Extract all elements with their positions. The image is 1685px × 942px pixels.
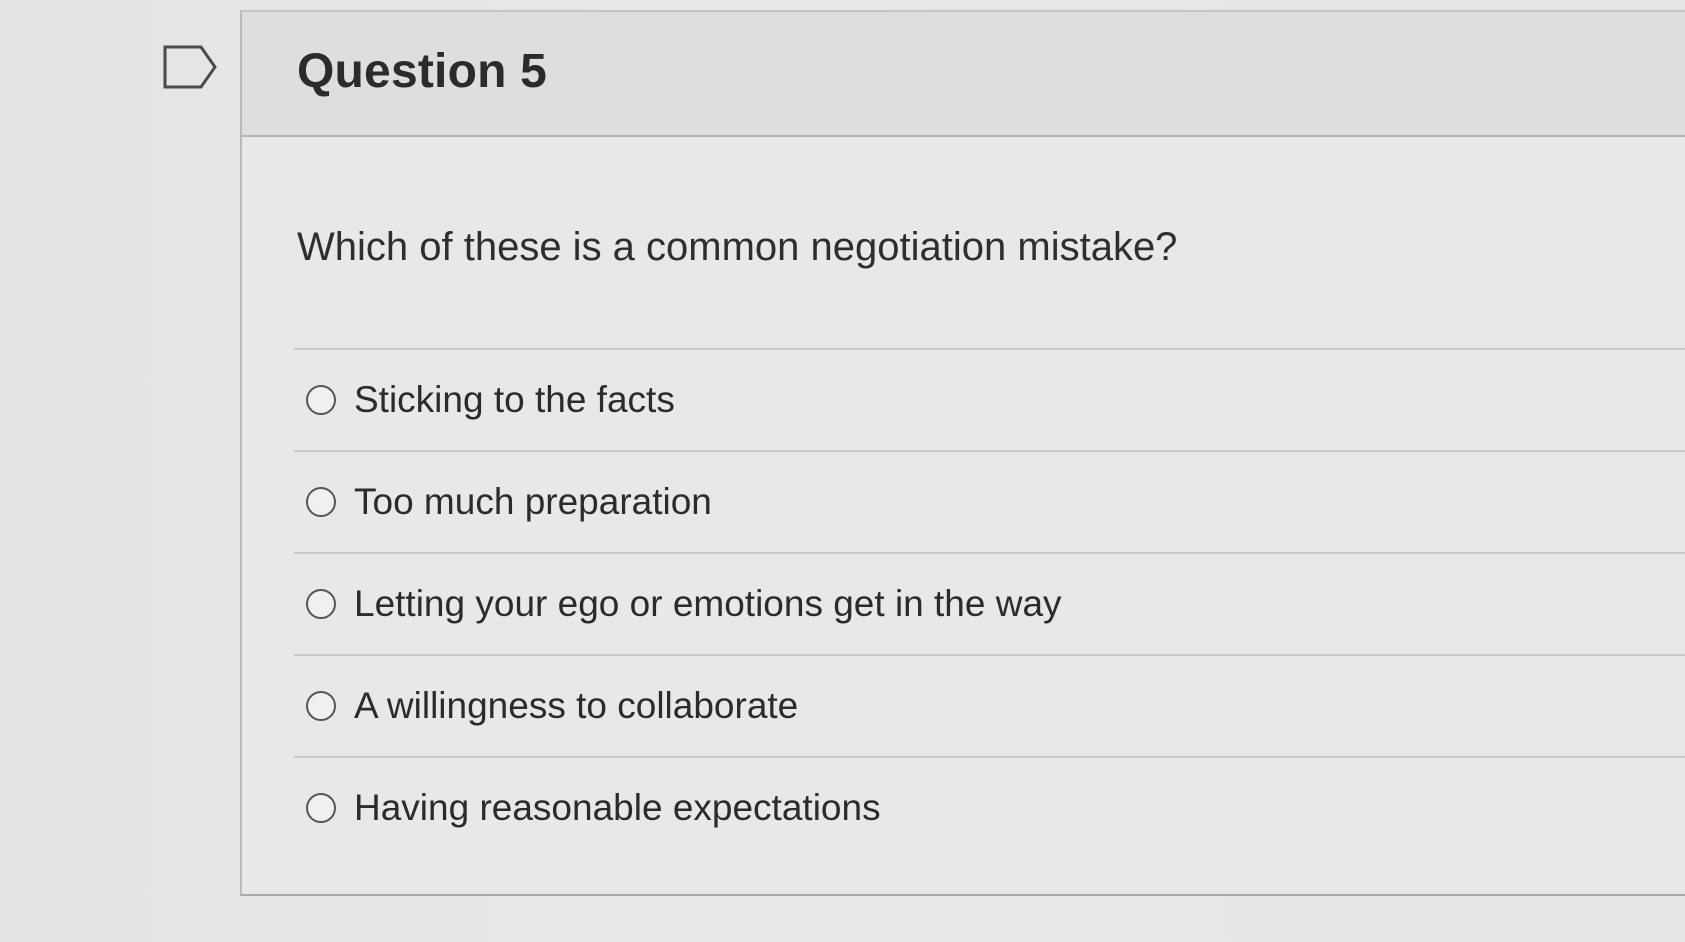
radio-button[interactable] [306, 487, 336, 517]
answer-option[interactable]: A willingness to collaborate [294, 654, 1685, 756]
radio-button[interactable] [306, 385, 336, 415]
radio-button[interactable] [306, 793, 336, 823]
question-title: Question 5 [297, 45, 548, 98]
flag-question-icon[interactable] [163, 45, 219, 89]
question-header: Question 5 [242, 12, 1685, 137]
answer-option-label: Letting your ego or emotions get in the … [354, 583, 1062, 624]
answer-option[interactable]: Sticking to the facts [294, 348, 1685, 450]
answer-option-label: Having reasonable expectations [354, 787, 881, 828]
answer-option-label: Sticking to the facts [354, 379, 675, 420]
answer-option-label: A willingness to collaborate [354, 685, 799, 726]
answer-options: Sticking to the facts Too much preparati… [294, 348, 1685, 858]
quiz-page: Question 5 Which of these is a common ne… [0, 0, 1685, 942]
radio-button[interactable] [306, 691, 336, 721]
radio-button[interactable] [306, 589, 336, 619]
answer-option[interactable]: Having reasonable expectations [294, 756, 1685, 858]
answer-option[interactable]: Letting your ego or emotions get in the … [294, 552, 1685, 654]
answer-option[interactable]: Too much preparation [294, 450, 1685, 552]
answer-option-label: Too much preparation [354, 481, 712, 522]
question-card: Question 5 Which of these is a common ne… [240, 10, 1685, 896]
question-prompt: Which of these is a common negotiation m… [297, 225, 1178, 269]
